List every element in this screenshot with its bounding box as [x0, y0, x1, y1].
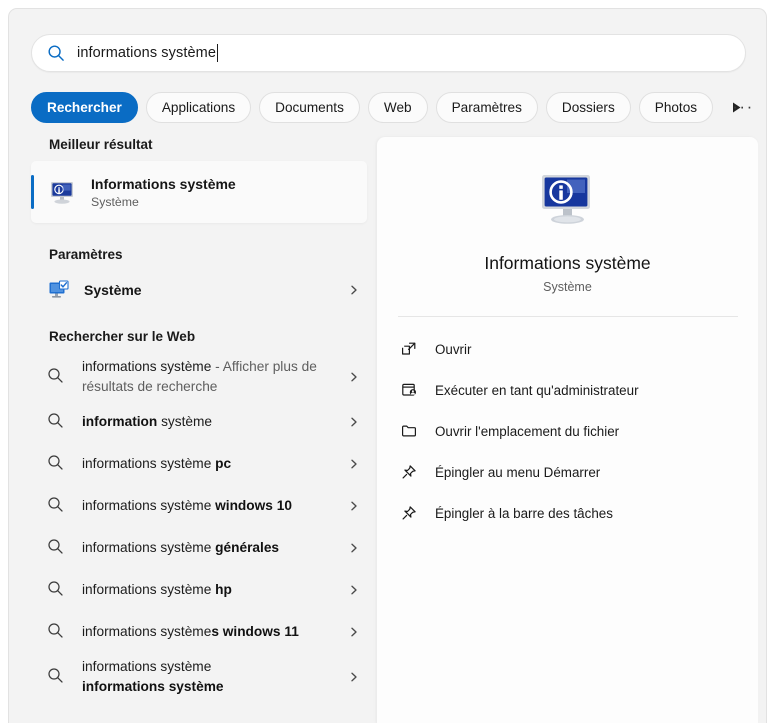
- web-suggestion-item[interactable]: informations systèmes windows 11: [31, 611, 367, 653]
- system-settings-icon: [48, 279, 70, 301]
- web-suggestion-item[interactable]: information système: [31, 401, 367, 443]
- search-flyout-root: informations système Rechercher Applicat…: [0, 0, 775, 723]
- settings-item-systeme[interactable]: Système: [31, 271, 367, 309]
- search-icon: [46, 43, 66, 63]
- search-icon: [47, 367, 67, 387]
- preview-title: Informations système: [484, 253, 651, 273]
- action-label: Exécuter en tant qu'administrateur: [435, 382, 639, 398]
- best-result-title: Informations système: [91, 175, 236, 192]
- action-label: Ouvrir l'emplacement du fichier: [435, 423, 620, 439]
- tab-web[interactable]: Web: [367, 91, 428, 123]
- tab-documents[interactable]: Documents: [259, 91, 360, 123]
- web-suggestions-list: informations système - Afficher plus de …: [31, 353, 367, 701]
- best-result-item[interactable]: Informations système Système: [31, 161, 367, 223]
- filter-tabs: Rechercher Applications Documents Web Pa…: [31, 91, 747, 123]
- tab-photos[interactable]: Photos: [638, 91, 714, 123]
- tab-applications[interactable]: Applications: [145, 91, 252, 123]
- tab-label: Dossiers: [561, 99, 615, 115]
- best-result-subtitle: Système: [91, 194, 139, 209]
- action-label: Épingler à la barre des tâches: [435, 505, 613, 521]
- tab-label: Documents: [275, 99, 344, 115]
- chevron-right-icon: [347, 583, 361, 597]
- web-suggestion-label: informations système - Afficher plus de …: [82, 359, 317, 394]
- action-label: Épingler au menu Démarrer: [435, 464, 601, 480]
- best-result-heading: Meilleur résultat: [49, 137, 153, 152]
- windows-search-window: informations système Rechercher Applicat…: [8, 8, 767, 723]
- search-icon: [47, 667, 67, 687]
- chevron-right-icon: [347, 541, 361, 555]
- chevron-right-icon: [347, 283, 361, 297]
- tab-dossiers[interactable]: Dossiers: [545, 91, 631, 123]
- text-caret: [217, 44, 218, 62]
- settings-heading: Paramètres: [49, 247, 123, 262]
- results-list: Meilleur résultat Informations système S…: [31, 137, 367, 723]
- search-icon: [47, 454, 67, 474]
- tab-rechercher[interactable]: Rechercher: [31, 91, 138, 123]
- search-icon: [47, 496, 67, 516]
- tab-label: Paramètres: [451, 99, 522, 115]
- chevron-right-icon: [347, 415, 361, 429]
- tab-label: Web: [383, 99, 412, 115]
- pin-icon: [400, 504, 418, 522]
- action-open-file-location[interactable]: Ouvrir l'emplacement du fichier: [377, 415, 758, 447]
- web-suggestion-item[interactable]: informations système pc: [31, 443, 367, 485]
- action-run-as-admin[interactable]: Exécuter en tant qu'administrateur: [377, 374, 758, 406]
- tab-parametres[interactable]: Paramètres: [435, 91, 538, 123]
- web-suggestion-item[interactable]: informations système - Afficher plus de …: [31, 353, 367, 401]
- web-suggestion-label: informations système générales: [82, 540, 280, 555]
- web-suggestion-label: informations système windows 10: [82, 498, 292, 513]
- chevron-right-icon: [347, 499, 361, 513]
- web-suggestion-label: informations système pc: [82, 456, 232, 471]
- search-icon: [47, 622, 67, 642]
- selection-indicator: [31, 175, 34, 209]
- divider: [397, 316, 738, 317]
- chevron-right-icon: [347, 670, 361, 684]
- web-suggestion-item[interactable]: informations système windows 10: [31, 485, 367, 527]
- web-suggestion-label: informations système informations système: [82, 659, 224, 694]
- web-suggestion-label: informations systèmes windows 11: [82, 624, 299, 639]
- ellipsis-icon[interactable]: ···: [729, 95, 757, 119]
- preview-subtitle: Système: [543, 280, 592, 294]
- tab-label: Photos: [654, 99, 698, 115]
- web-suggestion-label: informations système hp: [82, 582, 232, 597]
- system-information-large-icon: [537, 169, 599, 231]
- chevron-right-icon: [347, 457, 361, 471]
- search-query-text: informations système: [77, 45, 216, 61]
- search-input[interactable]: informations système: [31, 34, 746, 72]
- action-pin-to-taskbar[interactable]: Épingler à la barre des tâches: [377, 497, 758, 529]
- web-suggestion-item[interactable]: informations système générales: [31, 527, 367, 569]
- chevron-right-icon: [347, 625, 361, 639]
- action-label: Ouvrir: [435, 341, 472, 357]
- folder-icon: [400, 422, 418, 440]
- action-pin-to-start[interactable]: Épingler au menu Démarrer: [377, 456, 758, 488]
- tab-label: Rechercher: [47, 99, 122, 115]
- system-information-icon: [48, 177, 78, 207]
- run-as-admin-icon: [400, 381, 418, 399]
- tab-label: Applications: [161, 99, 236, 115]
- action-list: Ouvrir Exécuter en tant qu'administrateu…: [377, 333, 758, 529]
- preview-pane: Informations système Système Ouvrir Exéc…: [377, 137, 758, 723]
- web-search-heading: Rechercher sur le Web: [49, 329, 196, 344]
- web-suggestion-item[interactable]: informations système hp: [31, 569, 367, 611]
- action-ouvrir[interactable]: Ouvrir: [377, 333, 758, 365]
- settings-item-label: Système: [84, 282, 142, 298]
- search-icon: [47, 580, 67, 600]
- search-icon: [47, 538, 67, 558]
- open-external-icon: [400, 340, 418, 358]
- pin-icon: [400, 463, 418, 481]
- web-suggestion-label: information système: [82, 414, 213, 429]
- web-suggestion-item[interactable]: informations système informations système: [31, 653, 367, 701]
- search-icon: [47, 412, 67, 432]
- chevron-right-icon: [347, 370, 361, 384]
